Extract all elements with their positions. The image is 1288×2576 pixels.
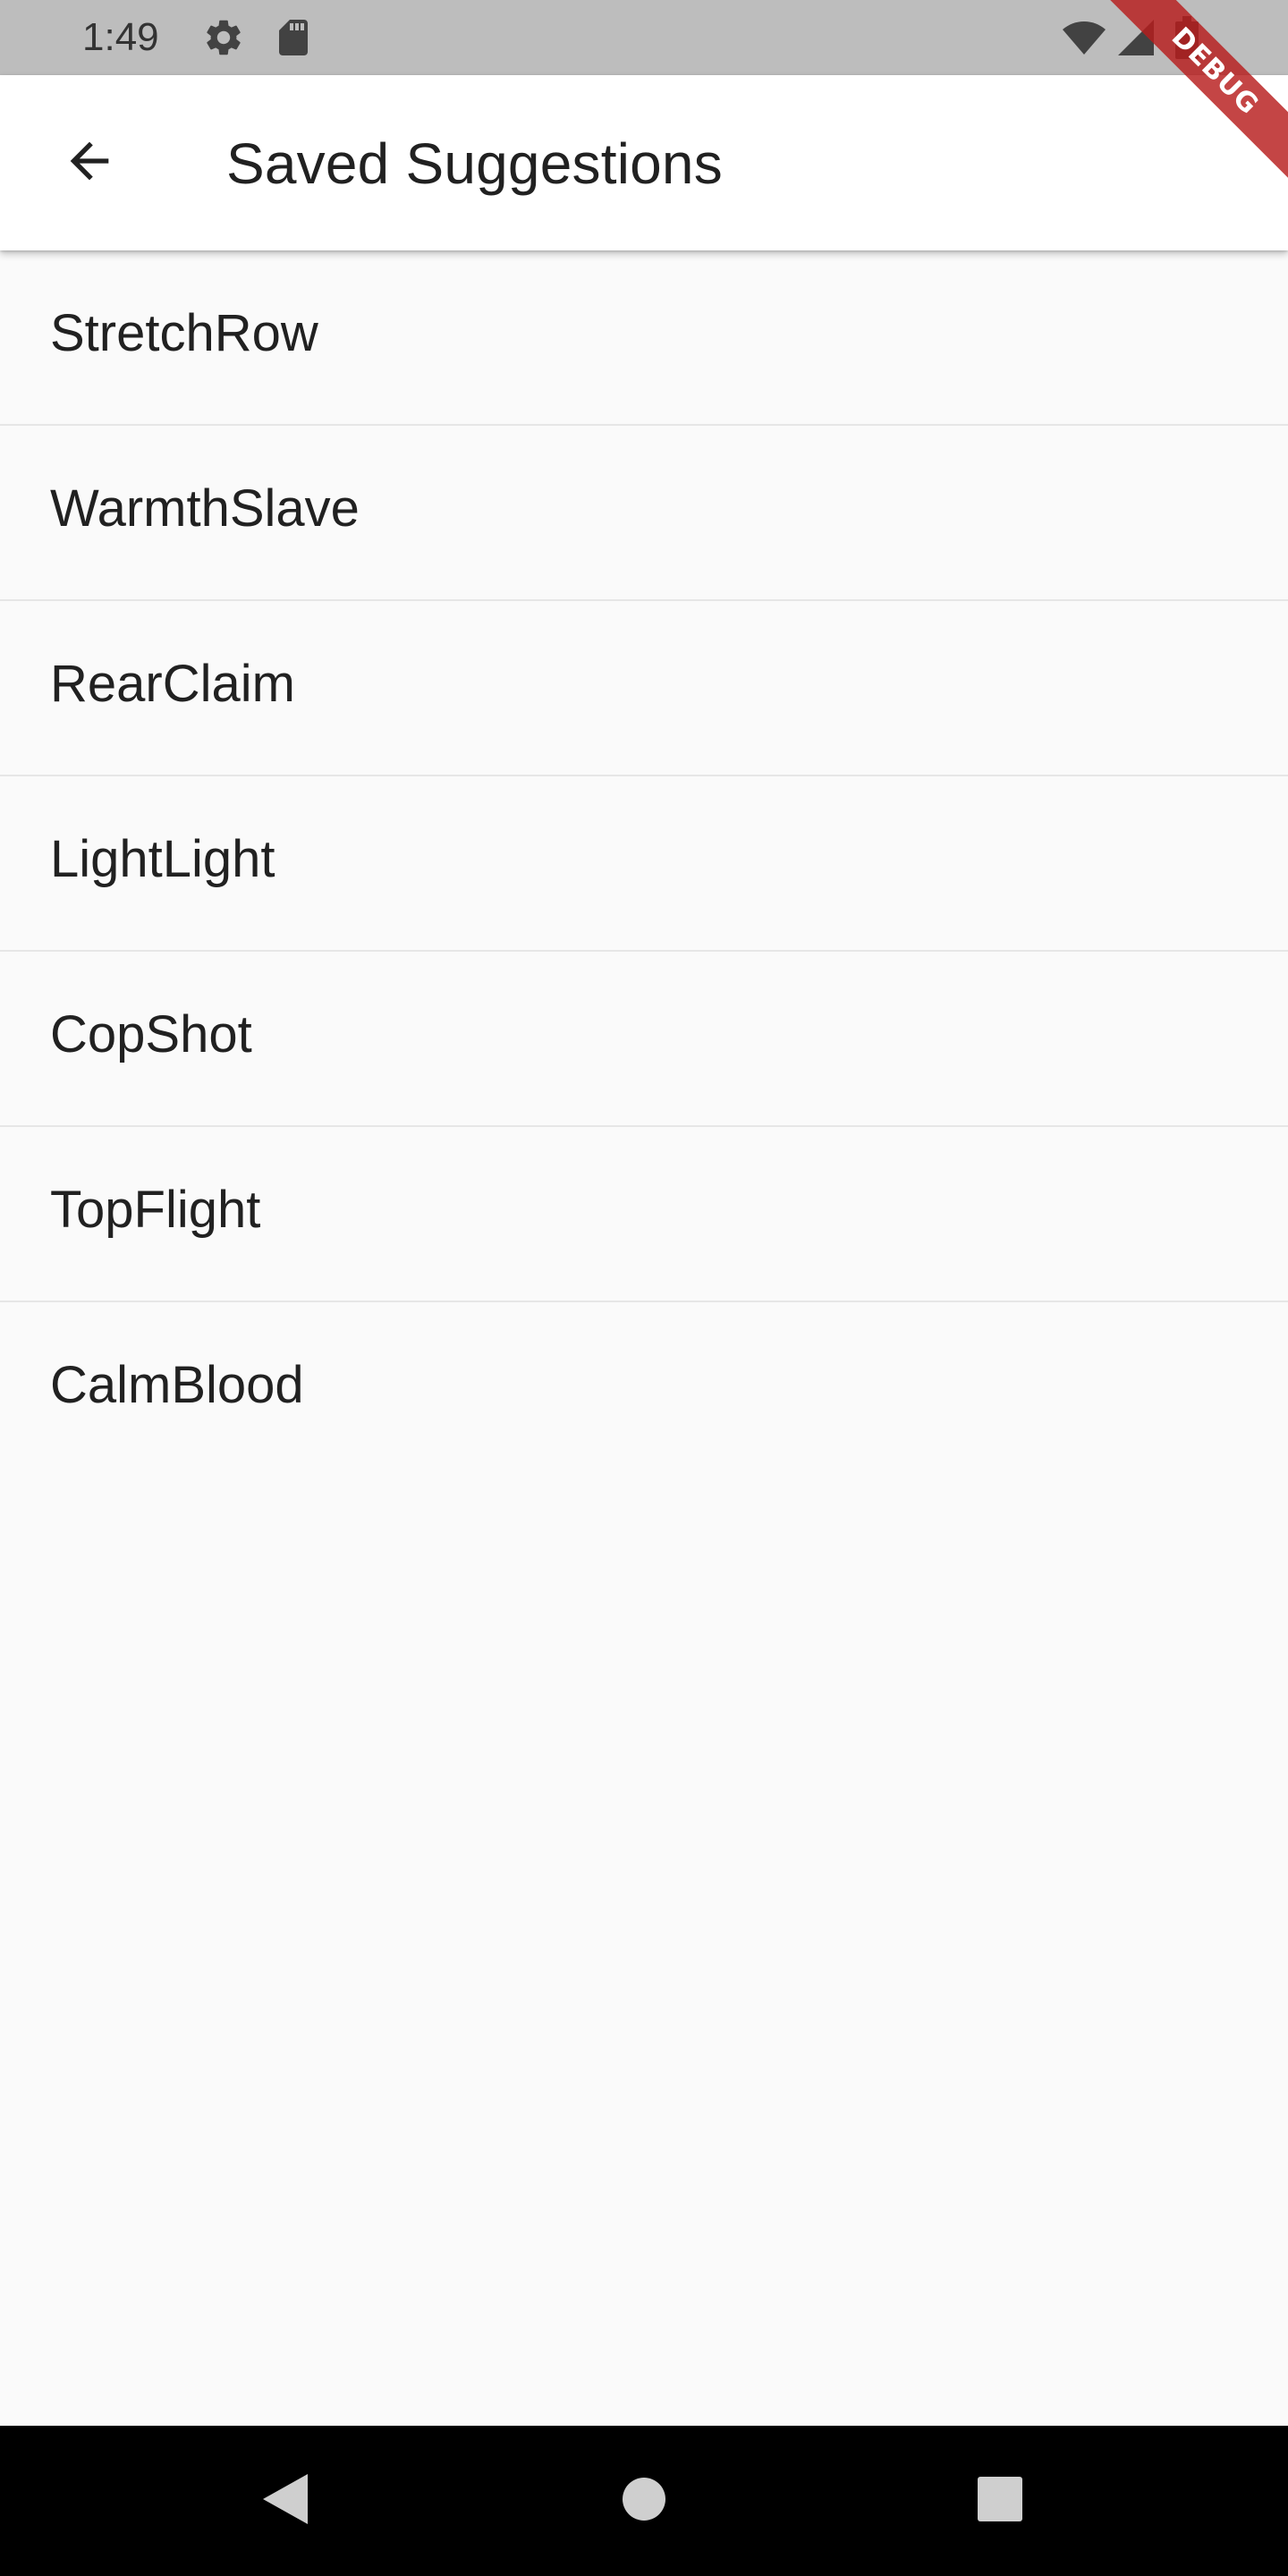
app-bar: Saved Suggestions [0,75,1288,250]
arrow-back-icon [61,132,118,194]
list-item-label: WarmthSlave [50,479,360,538]
sd-card-icon [272,16,315,59]
app-screen: 1:49 Saved Suggestions DEBUG StretchRow … [0,0,1288,2576]
list-item[interactable]: LightLight [0,776,1288,952]
list-item-label: StretchRow [50,304,318,362]
list-item[interactable]: CalmBlood [0,1302,1288,1476]
list-item[interactable]: WarmthSlave [0,426,1288,601]
list-item-label: LightLight [50,830,275,888]
back-triangle-icon [258,2470,311,2532]
list-item-label: RearClaim [50,655,295,713]
list-item[interactable]: CopShot [0,952,1288,1127]
list-item-label: TopFlight [50,1181,261,1239]
status-bar: 1:49 [0,0,1288,75]
nav-home-button[interactable] [599,2456,689,2546]
battery-icon [1174,16,1200,59]
list-item[interactable]: TopFlight [0,1127,1288,1302]
wifi-icon [1061,16,1106,59]
list-item-label: CalmBlood [50,1356,304,1414]
nav-back-button[interactable] [240,2456,329,2546]
nav-recents-button[interactable] [955,2456,1045,2546]
status-time: 1:49 [82,15,159,59]
page-title: Saved Suggestions [226,131,723,196]
cell-signal-icon [1114,16,1157,59]
system-nav-bar [0,2426,1288,2576]
settings-gear-icon [202,16,245,59]
saved-suggestions-list: StretchRow WarmthSlave RearClaim LightLi… [0,250,1288,1476]
recents-square-icon [976,2475,1024,2528]
list-item[interactable]: RearClaim [0,601,1288,776]
back-button[interactable] [47,120,132,206]
list-item-label: CopShot [50,1005,252,1063]
list-item[interactable]: StretchRow [0,250,1288,426]
home-circle-icon [621,2476,667,2527]
